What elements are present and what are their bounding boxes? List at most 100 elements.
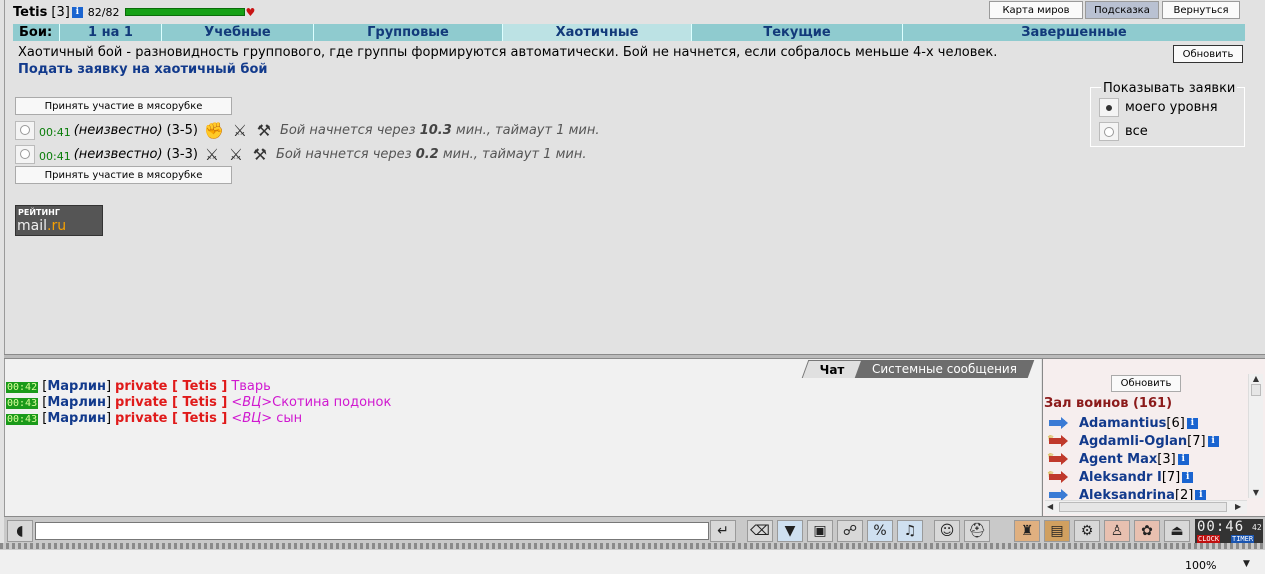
chat-messages: 00:42 [Марлин] private [ Tetis ] Тварь 00:… [6, 379, 391, 427]
battle-tabs: Бои: 1 на 1 Учебные Групповые Хаотичные … [13, 24, 1245, 41]
world-map-button[interactable]: Карта миров [989, 1, 1083, 19]
sound-icon[interactable]: ♫ [897, 520, 923, 542]
request-radio[interactable] [15, 144, 35, 164]
tab-chat[interactable]: Чат [801, 360, 864, 378]
request-time: 00:41 [39, 125, 71, 139]
enter-icon[interactable]: ↵ [710, 520, 736, 542]
chevron-down-icon[interactable]: ▼ [1243, 559, 1250, 569]
request-creator: (неизвестно) [73, 146, 163, 162]
exit-icon[interactable]: ⏏ [1164, 520, 1190, 542]
heart-icon: ♥ [245, 5, 256, 19]
warrior-item[interactable]: Adamantius [6] i [1047, 414, 1219, 432]
player-header: Tetis [3] i 82/82 ♥ [13, 3, 255, 21]
tab-1v1[interactable]: 1 на 1 [59, 24, 161, 41]
tab-chaotic[interactable]: Хаотичные [502, 24, 691, 41]
warrior-item[interactable]: ♛Aleksandr I[7]i [1047, 468, 1219, 486]
battles-panel: Tetis [3] i 82/82 ♥ Карта миров Подсказк… [4, 0, 1265, 354]
clock-label[interactable]: CLOCK [1197, 535, 1221, 543]
people-icon[interactable]: ♙ [1104, 520, 1130, 542]
info-icon[interactable]: i [1186, 417, 1198, 429]
tab-finished[interactable]: Завершенные [902, 24, 1245, 41]
paw-icon[interactable]: ✿ [1134, 520, 1160, 542]
eraser-icon[interactable]: ⌫ [747, 520, 773, 542]
hp-text: 82/82 [87, 5, 120, 19]
private-arrow-icon[interactable]: ♛ [1047, 434, 1069, 448]
bottom-toolbar: ◖ ↵ ⌫ ▼ ▣ ☍ % ♫ ☺ ⛑ ♜ ▤ ⚙ ♙ ✿ ⏏ 00:46 42… [4, 516, 1265, 543]
request-radio[interactable] [15, 120, 35, 140]
clock-time: 00:46 [1197, 519, 1245, 535]
request-range: (3-5) [166, 122, 198, 138]
warriors-list: Adamantius[6]i ♛Agdamli-Oglan[7]i ♛Agent… [1047, 414, 1219, 504]
filter-icon[interactable]: ▼ [777, 520, 803, 542]
gear-icon[interactable]: ⚙ [1074, 520, 1100, 542]
smiley-icon[interactable]: ☺ [934, 520, 960, 542]
private-arrow-icon[interactable]: ♛ [1047, 470, 1069, 484]
chat-panel: Чат Системные сообщения 00:42 [Марлин] pr… [4, 359, 1041, 516]
walk-icon[interactable]: ☍ [837, 520, 863, 542]
warrior-item[interactable]: ♛Agent Max[3]i [1047, 450, 1219, 468]
private-arrow-icon[interactable]: ♛ [1047, 452, 1069, 466]
chest-icon[interactable]: ▤ [1044, 520, 1070, 542]
request-status: Бой начнется через 0.2 мин., таймаут 1 м… [275, 146, 587, 162]
back-button[interactable]: Вернуться [1162, 1, 1240, 19]
warrior-item[interactable]: ♛Agdamli-Oglan[7]i [1047, 432, 1219, 450]
filter-my-level[interactable]: моего уровня [1099, 98, 1218, 117]
scroll-up-icon[interactable]: ▲ [1249, 374, 1263, 383]
join-meatgrinder-button[interactable]: Принять участие в мясорубке [15, 97, 232, 115]
percent-icon[interactable]: % [867, 520, 893, 542]
chat-tabs: Чат Системные сообщения [801, 360, 1034, 378]
tab-training[interactable]: Учебные [161, 24, 313, 41]
hall-refresh-button[interactable]: Обновить [1111, 375, 1181, 392]
info-icon[interactable]: i [1207, 435, 1219, 447]
refresh-button[interactable]: Обновить [1173, 45, 1243, 63]
private-arrow-icon[interactable] [1047, 416, 1069, 430]
filter-all[interactable]: все [1099, 122, 1148, 141]
chat-input[interactable] [35, 522, 709, 540]
browser-statusbar: 100% ▼ [0, 549, 1265, 574]
chat-message: 00:42 [Марлин] private [ Tetis ] Тварь [6, 379, 271, 394]
crossed-swords-icon: ⚔ [232, 120, 248, 140]
chat-message: 00:43 [Марлин] private [ Tetis ] <ВЦ>Скоти… [6, 395, 392, 410]
tab-current[interactable]: Текущие [691, 24, 902, 41]
scroll-right-icon[interactable]: ▶ [1235, 502, 1241, 511]
helmet-icon[interactable]: ⛑ [964, 520, 990, 542]
filter-radio-all[interactable] [1099, 122, 1119, 141]
mailru-rating-badge[interactable]: РЕЙТИНГ mail.ru [15, 205, 103, 236]
player-nick[interactable]: Tetis [13, 5, 47, 20]
scroll-down-icon[interactable]: ▼ [1249, 488, 1263, 497]
request-time: 00:41 [39, 149, 71, 163]
zoom-level[interactable]: 100% [1185, 559, 1216, 572]
tab-system-messages[interactable]: Системные сообщения [854, 360, 1034, 378]
timer-label[interactable]: TIMER [1231, 535, 1255, 543]
join-meatgrinder-button[interactable]: Принять участие в мясорубке [15, 166, 232, 184]
battle-request-row: 00:41 (неизвестно) (3-3) ⚔ ⚔ ⚒ Бой начне… [15, 143, 586, 165]
scroll-thumb[interactable] [1251, 384, 1261, 396]
crossed-weapons-icon: ⚒ [252, 144, 268, 164]
battle-request-row: 00:41 (неизвестно) (3-5) ✊ ⚔ ⚒ Бой начне… [15, 119, 600, 141]
info-icon[interactable]: i [1177, 453, 1189, 465]
tab-group[interactable]: Групповые [313, 24, 502, 41]
info-icon[interactable]: i [71, 6, 83, 18]
bag-icon[interactable]: ♜ [1014, 520, 1040, 542]
chat-message: 00:43 [Марлин] private [ Tetis ] <ВЦ> сын [6, 411, 303, 426]
hall-title: Зал воинов (161) [1044, 396, 1173, 411]
info-icon[interactable]: i [1195, 489, 1207, 501]
clock-timer[interactable]: 00:46 42 CLOCK TIMER [1195, 519, 1263, 543]
crossed-weapons-icon: ⚒ [256, 120, 272, 140]
chaotic-description: Хаотичный бой - разновидность группового… [18, 45, 998, 60]
filter-radio-my-level[interactable] [1099, 98, 1119, 117]
scroll-left-icon[interactable]: ◀ [1047, 502, 1053, 511]
hint-button[interactable]: Подсказка [1085, 1, 1159, 19]
hall-horizontal-scrollbar[interactable]: ◀ ▶ [1045, 500, 1247, 514]
scroll-hthumb[interactable] [1059, 502, 1227, 512]
request-creator: (неизвестно) [73, 122, 163, 138]
warriors-hall-panel: Обновить Зал воинов (161) Adamantius [6] i… [1042, 359, 1265, 516]
apply-chaotic-link[interactable]: Подать заявку на хаотичный бой [18, 62, 268, 77]
player-level: [3] [51, 4, 70, 20]
info-icon[interactable]: i [1182, 471, 1194, 483]
hall-vertical-scrollbar[interactable]: ▲ ▼ [1248, 374, 1263, 498]
speaker-icon[interactable]: ◖ [7, 520, 33, 542]
save-icon[interactable]: ▣ [807, 520, 833, 542]
hp-bar [124, 8, 245, 16]
request-status: Бой начнется через 10.3 мин., таймаут 1 … [279, 122, 600, 138]
